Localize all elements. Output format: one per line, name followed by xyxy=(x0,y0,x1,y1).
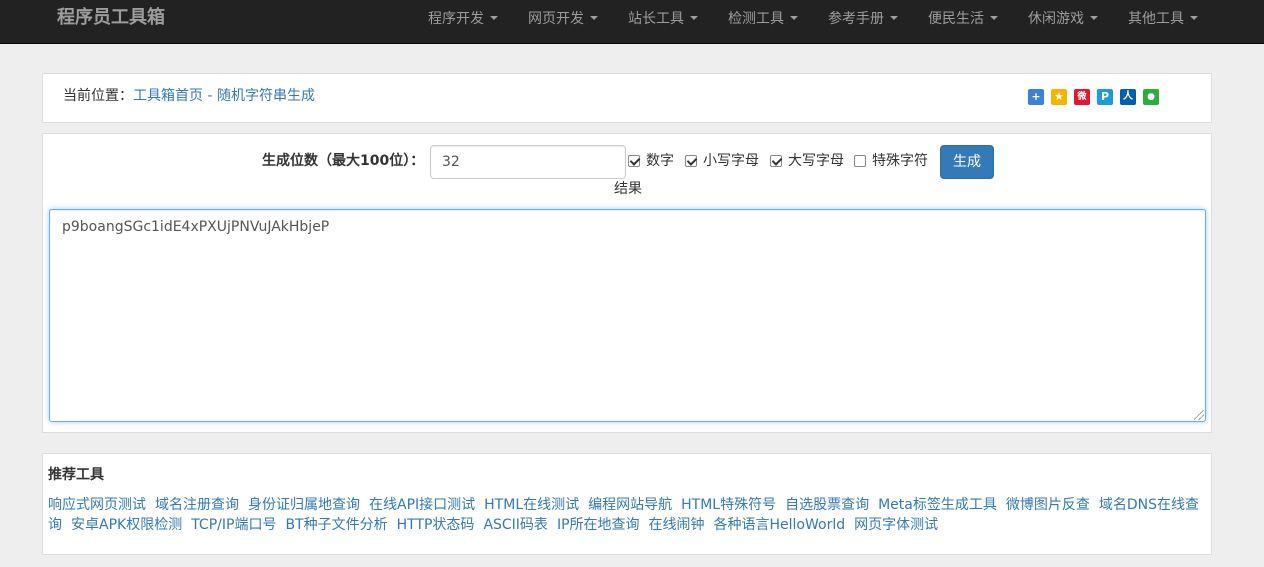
renren-icon[interactable]: 人 xyxy=(1120,89,1136,105)
recommend-link[interactable]: ASCII码表 xyxy=(483,517,548,533)
option-lowercase[interactable]: 小写字母 xyxy=(685,152,759,170)
nav-item-reference[interactable]: 参考手册 xyxy=(828,10,898,28)
brand-logo-link[interactable]: 程序员工具箱 xyxy=(57,7,165,29)
caret-down-icon xyxy=(890,16,898,20)
caret-down-icon xyxy=(1190,16,1198,20)
recommend-link[interactable]: 安卓APK权限检测 xyxy=(71,517,182,533)
option-special-chars[interactable]: 特殊字符 xyxy=(854,152,928,170)
caret-down-icon xyxy=(990,16,998,20)
checkbox-lowercase[interactable] xyxy=(685,155,697,167)
recommend-link[interactable]: BT种子文件分析 xyxy=(285,517,387,533)
tencent-weibo-icon[interactable]: P xyxy=(1097,89,1113,105)
option-lowercase-label: 小写字母 xyxy=(703,153,759,169)
nav-item-label: 参考手册 xyxy=(828,11,884,27)
breadcrumb-current-link[interactable]: 随机字符串生成 xyxy=(217,88,315,104)
top-navbar: 程序员工具箱 程序开发 网页开发 站长工具 检测工具 参考手册 便民生活 休闲游… xyxy=(0,0,1264,44)
nav-item-label: 便民生活 xyxy=(928,11,984,27)
option-digits-label: 数字 xyxy=(646,153,674,169)
recommend-link[interactable]: HTML特殊符号 xyxy=(681,497,776,513)
breadcrumb-panel: 当前位置：工具箱首页 - 随机字符串生成 + ★ 微 P 人 ● xyxy=(42,73,1212,123)
recommend-link[interactable]: 域名注册查询 xyxy=(155,497,239,513)
checkbox-digits[interactable] xyxy=(628,155,640,167)
recommend-link[interactable]: Meta标签生成工具 xyxy=(878,497,997,513)
recommend-link[interactable]: HTML在线测试 xyxy=(484,497,579,513)
option-uppercase-label: 大写字母 xyxy=(788,153,844,169)
recommend-link[interactable]: TCP/IP端口号 xyxy=(191,517,276,533)
checkbox-uppercase[interactable] xyxy=(770,155,782,167)
nav-item-web-dev[interactable]: 网页开发 xyxy=(528,10,598,28)
qzone-icon[interactable]: ★ xyxy=(1051,89,1067,105)
result-label: 结果 xyxy=(614,181,642,197)
nav-item-games[interactable]: 休闲游戏 xyxy=(1028,10,1098,28)
length-input[interactable]: 32 xyxy=(430,145,626,179)
wechat-icon[interactable]: ● xyxy=(1143,89,1159,105)
caret-down-icon xyxy=(1090,16,1098,20)
checkbox-special-chars[interactable] xyxy=(854,155,866,167)
recommended-tools-title: 推荐工具 xyxy=(48,467,104,483)
length-label: 生成位数（最大100位）： xyxy=(262,153,425,169)
generate-button[interactable]: 生成 xyxy=(940,145,994,179)
weibo-icon[interactable]: 微 xyxy=(1074,89,1090,105)
nav-item-label: 程序开发 xyxy=(428,11,484,27)
recommend-link[interactable]: 在线API接口测试 xyxy=(369,497,475,513)
share-toolbar: + ★ 微 P 人 ● xyxy=(1028,89,1166,107)
caret-down-icon xyxy=(590,16,598,20)
resize-grip-icon[interactable] xyxy=(1194,410,1204,420)
nav-item-label: 其他工具 xyxy=(1128,11,1184,27)
caret-down-icon xyxy=(490,16,498,20)
recommend-link[interactable]: IP所在地查询 xyxy=(557,517,640,533)
recommended-tools-links: 响应式网页测试 域名注册查询 身份证归属地查询 在线API接口测试 HTML在线测试 编程… xyxy=(48,495,1203,535)
nav-item-daily-life[interactable]: 便民生活 xyxy=(928,10,998,28)
nav-item-other-tools[interactable]: 其他工具 xyxy=(1128,10,1198,28)
recommend-link[interactable]: HTTP状态码 xyxy=(397,517,475,533)
breadcrumb: 当前位置：工具箱首页 - 随机字符串生成 xyxy=(63,87,315,105)
breadcrumb-prefix: 当前位置： xyxy=(63,88,133,104)
option-digits[interactable]: 数字 xyxy=(628,152,674,170)
recommend-link[interactable]: 网页字体测试 xyxy=(854,517,938,533)
nav-item-label: 检测工具 xyxy=(728,11,784,27)
nav-item-program-dev[interactable]: 程序开发 xyxy=(428,10,498,28)
nav-item-label: 休闲游戏 xyxy=(1028,11,1084,27)
caret-down-icon xyxy=(790,16,798,20)
recommend-link[interactable]: 响应式网页测试 xyxy=(48,497,146,513)
recommend-link[interactable]: 在线闹钟 xyxy=(649,517,705,533)
random-string-tool-panel: 生成位数（最大100位）： 32 数字 小写字母 大写字母 特殊字符 生成 结果… xyxy=(42,133,1212,433)
nav-item-check-tools[interactable]: 检测工具 xyxy=(728,10,798,28)
breadcrumb-separator: - xyxy=(203,88,217,104)
recommend-link[interactable]: 各种语言HelloWorld xyxy=(714,517,846,533)
share-plus-icon[interactable]: + xyxy=(1028,89,1044,105)
option-uppercase[interactable]: 大写字母 xyxy=(770,152,844,170)
recommended-tools-panel: 推荐工具 响应式网页测试 域名注册查询 身份证归属地查询 在线API接口测试 HTML在… xyxy=(42,453,1212,555)
recommend-link[interactable]: 自选股票查询 xyxy=(785,497,869,513)
option-special-chars-label: 特殊字符 xyxy=(872,153,928,169)
recommend-link[interactable]: 微博图片反查 xyxy=(1006,497,1090,513)
nav-item-label: 站长工具 xyxy=(628,11,684,27)
result-text: p9boangSGc1idE4xPXUjPNVuJAkHbjeP xyxy=(62,219,330,235)
recommend-link[interactable]: 身份证归属地查询 xyxy=(248,497,360,513)
result-textarea[interactable]: p9boangSGc1idE4xPXUjPNVuJAkHbjeP xyxy=(49,209,1206,422)
recommend-link[interactable]: 编程网站导航 xyxy=(588,497,672,513)
nav-item-label: 网页开发 xyxy=(528,11,584,27)
breadcrumb-home-link[interactable]: 工具箱首页 xyxy=(133,88,203,104)
caret-down-icon xyxy=(690,16,698,20)
nav-item-webmaster-tools[interactable]: 站长工具 xyxy=(628,10,698,28)
